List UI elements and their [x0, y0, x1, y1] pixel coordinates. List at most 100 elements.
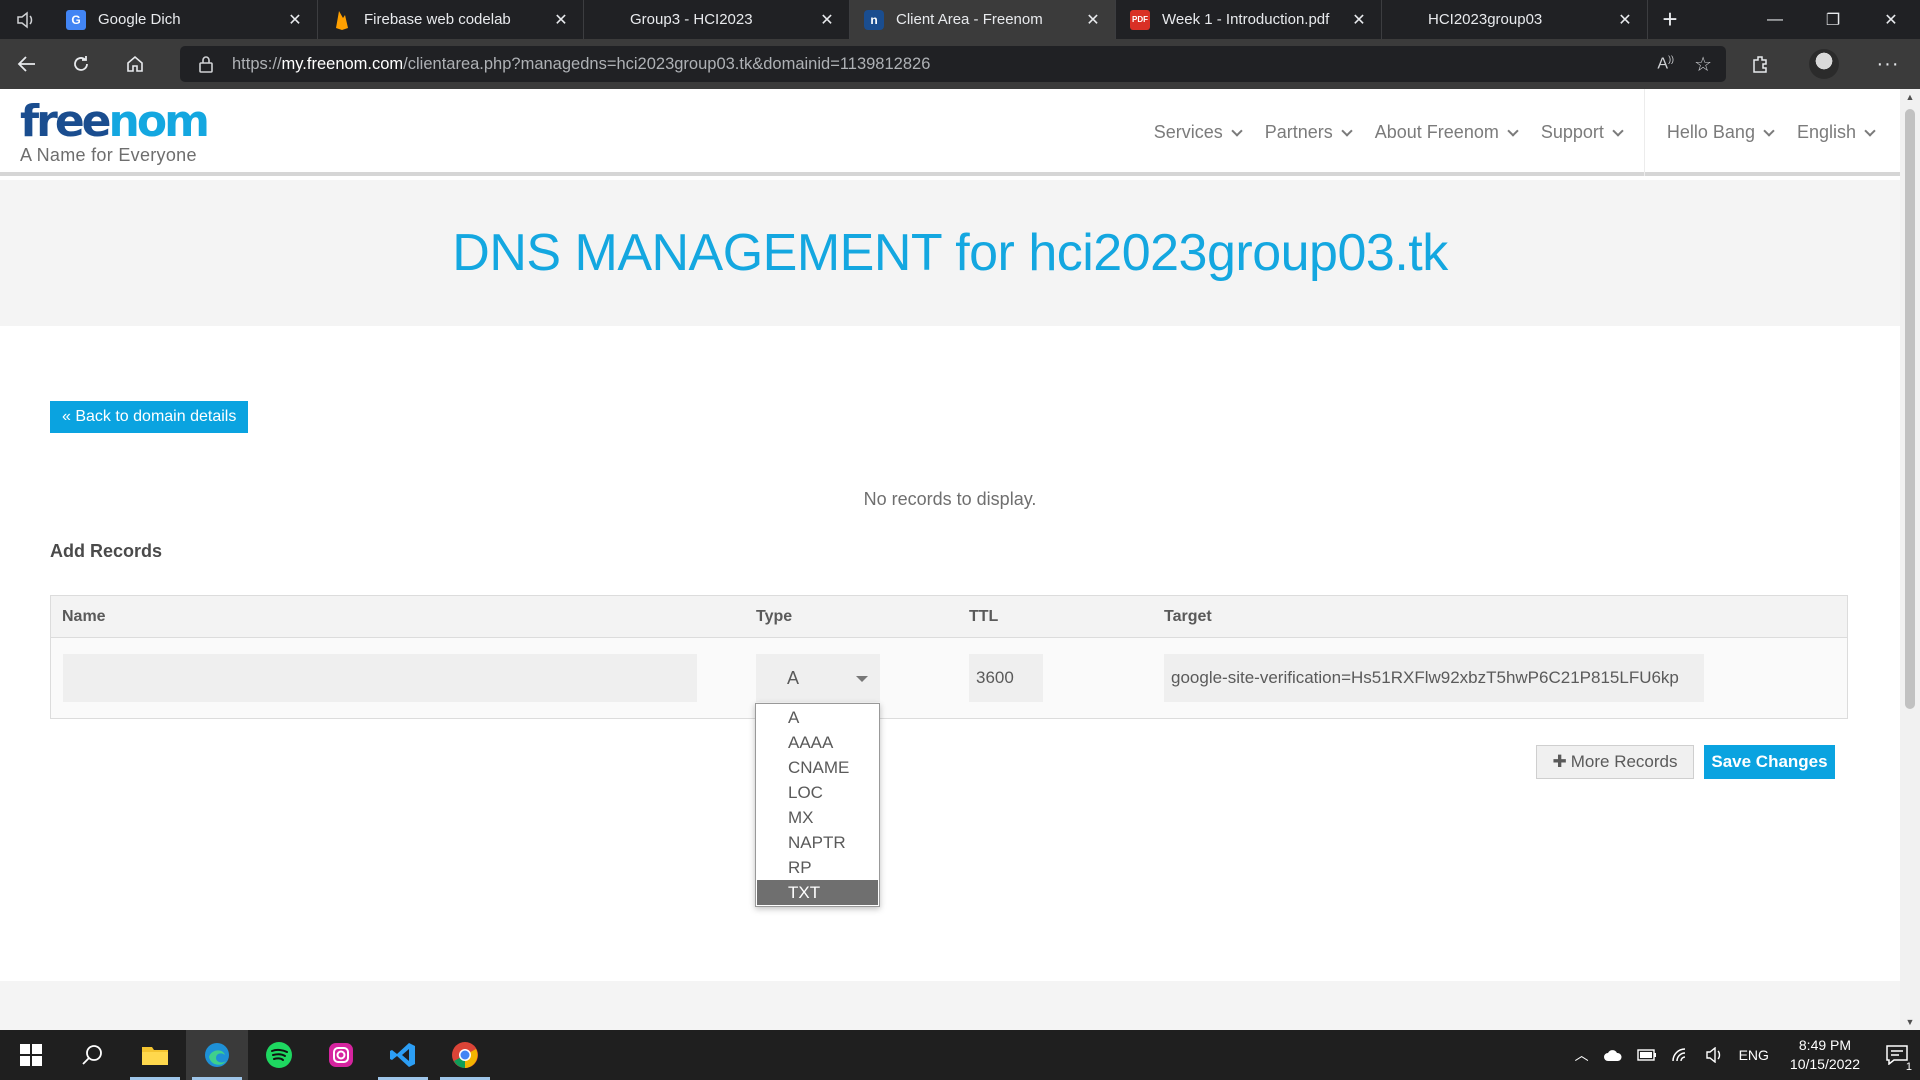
- tab-hci2023group03[interactable]: HCI2023group03 ✕: [1382, 0, 1648, 39]
- logo-tagline: A Name for Everyone: [20, 145, 197, 165]
- speaker-icon[interactable]: [0, 0, 52, 39]
- save-changes-button[interactable]: Save Changes: [1704, 745, 1835, 779]
- nav-label: Services: [1153, 122, 1223, 142]
- type-option-naptr[interactable]: NAPTR: [757, 830, 878, 855]
- clock-date: 10/15/2022: [1789, 1056, 1860, 1072]
- nav-divider: [1643, 89, 1645, 176]
- nav-language[interactable]: English: [1785, 89, 1900, 176]
- vscode-icon[interactable]: [372, 1030, 434, 1080]
- tab-title: Client Area - Freenom: [896, 11, 1043, 28]
- extensions-icon[interactable]: [1728, 54, 1792, 74]
- scroll-up-icon[interactable]: ▲: [1900, 89, 1920, 105]
- more-records-button[interactable]: ✚ More Records: [1536, 745, 1694, 779]
- windows-start-icon[interactable]: [0, 1030, 62, 1080]
- freenom-icon: n: [864, 9, 884, 30]
- chevron-up-icon[interactable]: ︿: [1568, 1045, 1596, 1065]
- back-arrow-icon[interactable]: [0, 39, 54, 89]
- chevron-down-icon: [1341, 124, 1353, 137]
- table-row: A 3600 google-site-verification=Hs51RXFl…: [51, 638, 1847, 718]
- chrome-icon[interactable]: [434, 1030, 496, 1080]
- battery-icon[interactable]: [1630, 1049, 1664, 1061]
- record-target-input[interactable]: google-site-verification=Hs51RXFlw92xbzT…: [1164, 654, 1704, 702]
- minimize-icon[interactable]: —: [1746, 0, 1804, 39]
- nav-about[interactable]: About Freenom: [1363, 89, 1529, 176]
- record-type-select[interactable]: A: [756, 654, 880, 702]
- scroll-down-icon[interactable]: ▼: [1900, 1014, 1920, 1030]
- browser-toolbar: https://my.freenom.com/clientarea.php?ma…: [0, 39, 1920, 89]
- record-ttl-input[interactable]: 3600: [969, 654, 1043, 702]
- instagram-icon[interactable]: [310, 1030, 372, 1080]
- chevron-down-icon: [1231, 124, 1243, 137]
- input-language[interactable]: ENG: [1732, 1047, 1776, 1063]
- close-icon[interactable]: ✕: [1349, 10, 1369, 30]
- column-header-type: Type: [756, 608, 793, 625]
- page-scrollbar[interactable]: ▲ ▼: [1900, 89, 1920, 1030]
- pdf-icon: PDF: [1130, 9, 1150, 30]
- nav-services[interactable]: Services: [1142, 89, 1253, 176]
- back-to-domain-details-button[interactable]: « Back to domain details: [50, 401, 249, 433]
- type-option-txt[interactable]: TXT: [757, 880, 878, 905]
- close-icon[interactable]: ✕: [1615, 10, 1635, 30]
- browser-tab-strip: G Google Dich ✕ Firebase web codelab ✕ G…: [0, 0, 1920, 39]
- web-page: freenom A Name for Everyone Services Par…: [0, 89, 1900, 1030]
- logo-nom: nom: [108, 96, 210, 147]
- tab-title: Firebase web codelab: [364, 11, 511, 28]
- column-header-target: Target: [1164, 608, 1212, 625]
- main-nav: Services Partners About Freenom Support …: [1142, 89, 1900, 176]
- notification-center-icon[interactable]: 1: [1874, 1045, 1920, 1073]
- onedrive-cloud-icon[interactable]: [1596, 1048, 1630, 1062]
- tab-firebase[interactable]: Firebase web codelab ✕: [318, 0, 584, 39]
- refresh-icon[interactable]: [54, 39, 108, 89]
- dropdown-arrow-icon: [856, 676, 868, 682]
- type-option-a[interactable]: A: [757, 705, 878, 730]
- firebase-icon: [332, 10, 352, 30]
- add-records-table: Name Type TTL Target A 3600 google-site-…: [50, 595, 1848, 719]
- nav-label: About Freenom: [1374, 122, 1499, 142]
- nav-user-menu[interactable]: Hello Bang: [1655, 89, 1785, 176]
- type-option-aaaa[interactable]: AAAA: [757, 730, 878, 755]
- spotify-icon[interactable]: [248, 1030, 310, 1080]
- profile-avatar[interactable]: [1809, 49, 1839, 79]
- system-tray: ︿ ENG 8:49 PM 10/15/2022 1: [1568, 1030, 1920, 1080]
- column-header-name: Name: [62, 608, 106, 625]
- logo-free: free: [20, 96, 112, 147]
- home-icon[interactable]: [108, 39, 162, 89]
- search-icon[interactable]: [62, 1030, 124, 1080]
- close-window-icon[interactable]: ✕: [1862, 0, 1920, 39]
- close-icon[interactable]: ✕: [285, 10, 305, 30]
- tab-week1-pdf[interactable]: PDF Week 1 - Introduction.pdf ✕: [1116, 0, 1382, 39]
- notion-icon: [1396, 10, 1416, 30]
- close-icon[interactable]: ✕: [551, 10, 571, 30]
- page-title: DNS MANAGEMENT for hci2023group03.tk: [452, 224, 1448, 282]
- plus-icon: ✚: [1552, 752, 1567, 771]
- more-menu-icon[interactable]: ···: [1856, 53, 1920, 76]
- tab-google-dich[interactable]: G Google Dich ✕: [52, 0, 318, 39]
- tab-title: HCI2023group03: [1428, 11, 1543, 28]
- nav-support[interactable]: Support: [1529, 89, 1634, 176]
- restore-icon[interactable]: ❐: [1804, 0, 1862, 39]
- window-controls: — ❐ ✕: [1746, 0, 1920, 39]
- scrollbar-thumb[interactable]: [1905, 109, 1915, 709]
- edge-browser-icon[interactable]: [186, 1030, 248, 1080]
- new-tab-button[interactable]: +: [1648, 0, 1692, 39]
- type-option-rp[interactable]: RP: [757, 855, 878, 880]
- tab-group3[interactable]: Group3 - HCI2023 ✕: [584, 0, 850, 39]
- wifi-icon[interactable]: [1664, 1047, 1698, 1063]
- page-hero: DNS MANAGEMENT for hci2023group03.tk: [0, 180, 1900, 326]
- record-name-input[interactable]: [63, 654, 697, 702]
- address-bar[interactable]: https://my.freenom.com/clientarea.php?ma…: [180, 46, 1726, 82]
- close-icon[interactable]: ✕: [817, 10, 837, 30]
- volume-icon[interactable]: [1698, 1047, 1732, 1063]
- favorite-star-icon[interactable]: ☆: [1694, 52, 1712, 77]
- type-option-mx[interactable]: MX: [757, 805, 878, 830]
- type-option-loc[interactable]: LOC: [757, 780, 878, 805]
- nav-partners[interactable]: Partners: [1253, 89, 1363, 176]
- read-aloud-icon[interactable]: A)): [1657, 54, 1674, 73]
- file-explorer-icon[interactable]: [124, 1030, 186, 1080]
- type-option-cname[interactable]: CNAME: [757, 755, 878, 780]
- lock-icon[interactable]: [180, 55, 232, 73]
- taskbar-clock[interactable]: 8:49 PM 10/15/2022: [1776, 1036, 1874, 1074]
- tab-client-area[interactable]: n Client Area - Freenom ✕: [850, 0, 1116, 39]
- freenom-logo[interactable]: freenom A Name for Everyone: [20, 96, 210, 166]
- close-icon[interactable]: ✕: [1083, 10, 1103, 30]
